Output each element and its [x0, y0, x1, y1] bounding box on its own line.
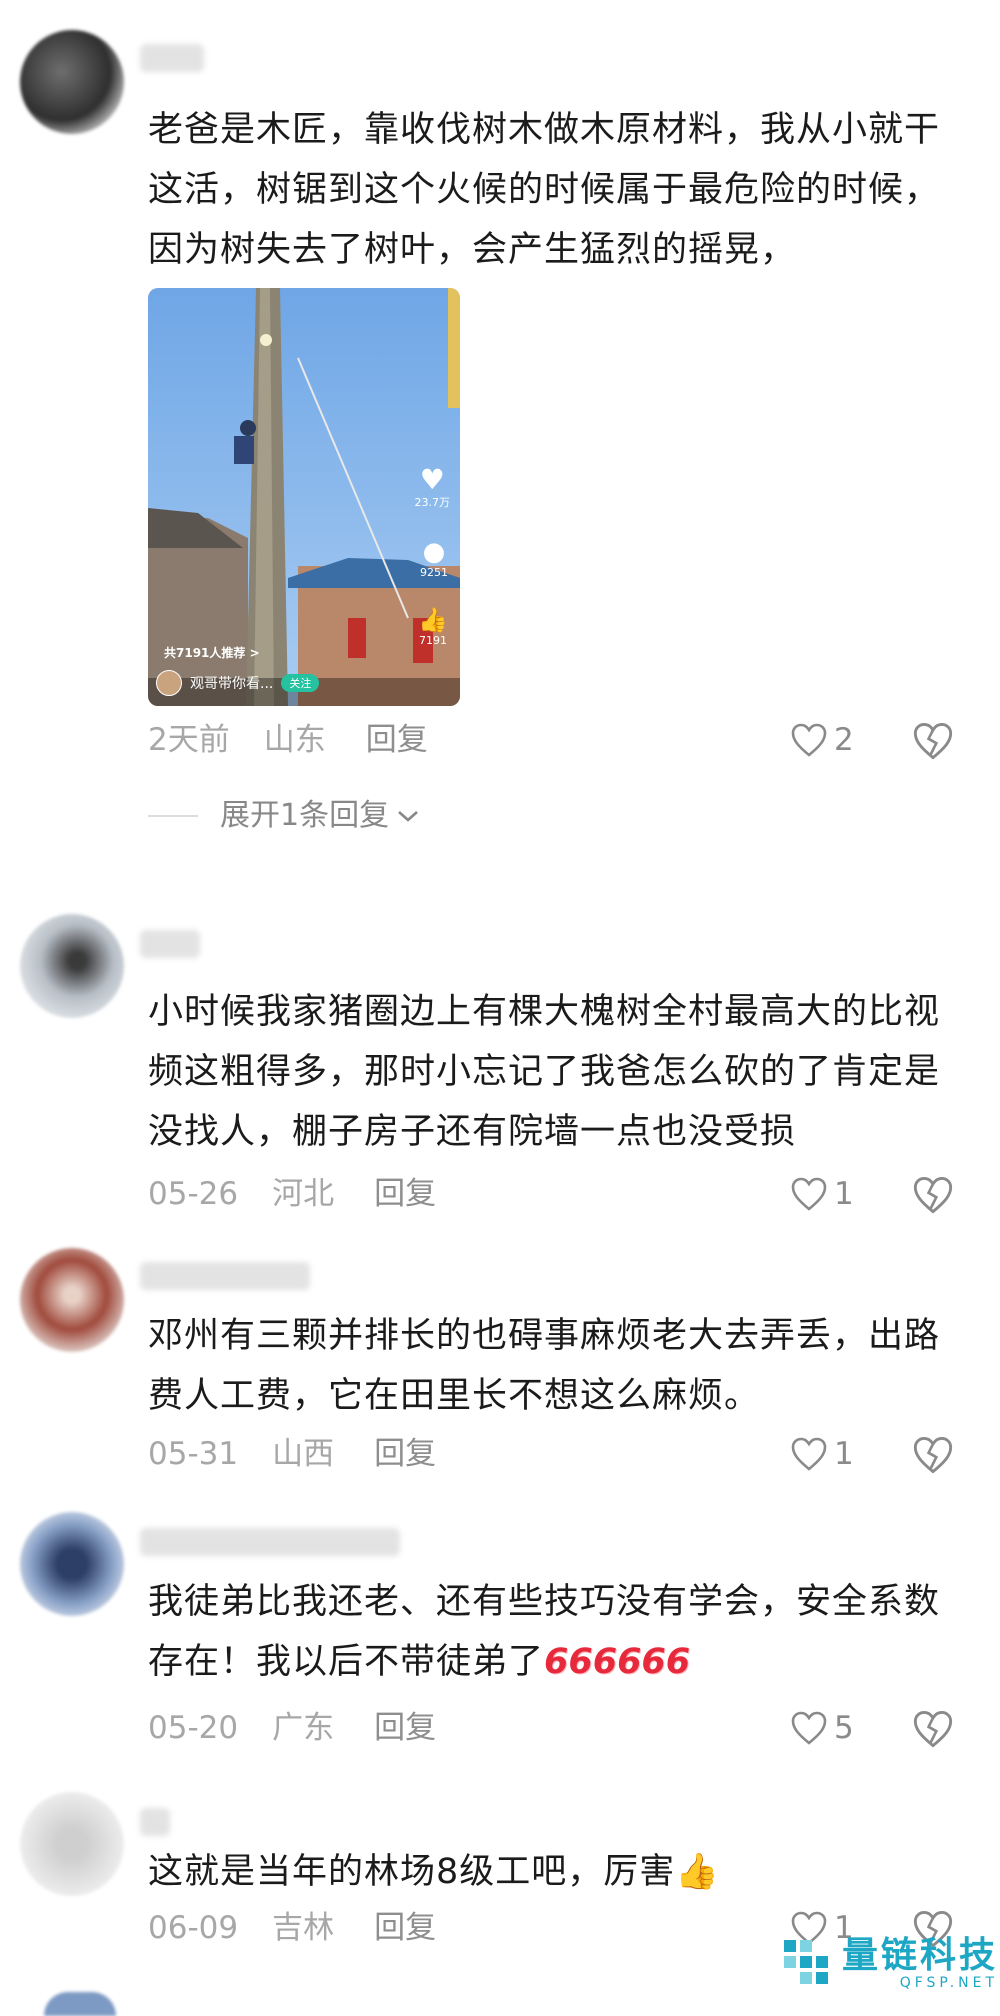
- comment-location: 山东: [263, 722, 326, 758]
- comment-text: 邓州有三颗并排长的也碍事麻烦老大去弄丢，出路费人工费，它在田里长不想这么麻烦。: [148, 1316, 941, 1416]
- avatar[interactable]: [20, 1792, 124, 1896]
- author-avatar[interactable]: [156, 670, 182, 696]
- broken-heart-icon[interactable]: [912, 720, 954, 762]
- heart-outline-icon: [791, 1711, 827, 1745]
- thumbs-up-emoji: 👍: [675, 1852, 720, 1892]
- avatar[interactable]: [20, 914, 124, 1018]
- comment-time: 06-09: [148, 1910, 239, 1946]
- watermark-name: 量链科技: [842, 1935, 999, 1976]
- like-count: 5: [834, 1710, 854, 1746]
- video-author-row: 观哥带你看... 关注: [156, 670, 320, 696]
- thumbs-up-icon[interactable]: 👍: [418, 606, 448, 634]
- heart-outline-icon: [791, 1437, 827, 1471]
- broken-heart-icon[interactable]: [912, 1434, 954, 1476]
- reply-button[interactable]: 回复: [374, 1710, 436, 1746]
- comment-time: 05-26: [148, 1176, 239, 1212]
- avatar[interactable]: [20, 1512, 124, 1616]
- like-button[interactable]: 2: [790, 718, 854, 762]
- username-blurred[interactable]: [140, 1528, 400, 1556]
- stat-comments: ● 9251: [420, 537, 448, 579]
- chevron-down-icon: [398, 811, 418, 822]
- heart-icon[interactable]: ♥: [415, 466, 451, 494]
- stat-likes: ♥ 23.7万: [414, 463, 451, 510]
- comment-text: 老爸是木匠，靠收伐树木做木原材料，我从小就干这活，树锯到这个火候的时候属于最危险…: [148, 110, 941, 270]
- recommend-label[interactable]: 共7191人推荐 >: [164, 644, 260, 661]
- comment-time: 05-20: [148, 1710, 239, 1746]
- emoji-666: 666666: [544, 1642, 691, 1682]
- username-blurred[interactable]: [140, 930, 200, 958]
- like-button[interactable]: 5: [790, 1706, 854, 1750]
- comment-time: 2天前: [148, 722, 230, 758]
- reply-button[interactable]: 回复: [366, 722, 428, 758]
- watermark-sub: QFSP.NET: [899, 1975, 999, 1991]
- video-author-name: 观哥带你看...: [190, 676, 274, 692]
- like-count: 1: [834, 1176, 854, 1212]
- reply-button[interactable]: 回复: [374, 1910, 436, 1946]
- watermark-logo-icon: [784, 1940, 828, 1984]
- avatar[interactable]: [20, 30, 124, 134]
- like-count: 1: [834, 1436, 854, 1472]
- expand-replies[interactable]: 展开1条回复: [148, 796, 421, 836]
- stat-recommend: 👍 7191: [418, 606, 448, 647]
- broken-heart-icon[interactable]: [912, 1174, 954, 1216]
- video-thumbnail[interactable]: ♥ 23.7万 ● 9251 👍 7191 共7191人推荐 > 观哥带你看..…: [148, 288, 460, 706]
- comment-location: 河北: [272, 1176, 335, 1212]
- username-blurred[interactable]: [140, 1808, 170, 1836]
- comment-meta: 05-31 山西 回复: [148, 1432, 470, 1476]
- comment-text-body: 这就是当年的林场8级工吧，厉害: [148, 1852, 676, 1892]
- broken-heart-icon[interactable]: [912, 1708, 954, 1750]
- watermark: 量链科技 QFSP.NET: [778, 1936, 998, 1992]
- like-button[interactable]: 1: [790, 1172, 854, 1216]
- avatar[interactable]: [20, 1248, 124, 1352]
- comment-meta: 06-09 吉林 回复: [148, 1906, 470, 1950]
- like-button[interactable]: 1: [790, 1432, 854, 1476]
- comment-location: 广东: [272, 1710, 335, 1746]
- comment-text: 小时候我家猪圈边上有棵大槐树全村最高大的比视频这粗得多，那时小忘记了我爸怎么砍的…: [148, 992, 941, 1152]
- expand-label: 展开1条回复: [220, 798, 390, 833]
- comment-location: 吉林: [272, 1910, 335, 1946]
- comment-time: 05-31: [148, 1436, 239, 1472]
- comment-meta: 05-26 河北 回复: [148, 1172, 470, 1216]
- comment-text: 这就是当年的林场8级工吧，厉害👍: [148, 1842, 948, 1902]
- comment-text: 我徒弟比我还老、还有些技巧没有学会，安全系数存在！我以后不带徒弟了666666: [148, 1572, 948, 1692]
- like-count: 2: [834, 722, 854, 758]
- heart-outline-icon: [791, 1177, 827, 1211]
- heart-outline-icon: [791, 723, 827, 757]
- divider-line: [148, 815, 198, 817]
- comment-meta: 05-20 广东 回复: [148, 1706, 470, 1750]
- comment-bubble-icon[interactable]: ●: [420, 538, 448, 566]
- comment-meta: 2天前 山东 回复: [148, 718, 462, 762]
- username-blurred[interactable]: [140, 1262, 310, 1290]
- comment-location: 山西: [272, 1436, 335, 1472]
- reply-button[interactable]: 回复: [374, 1436, 436, 1472]
- username-blurred[interactable]: [140, 44, 204, 72]
- avatar[interactable]: [44, 1992, 116, 2016]
- reply-button[interactable]: 回复: [374, 1176, 436, 1212]
- follow-button[interactable]: 关注: [281, 674, 320, 692]
